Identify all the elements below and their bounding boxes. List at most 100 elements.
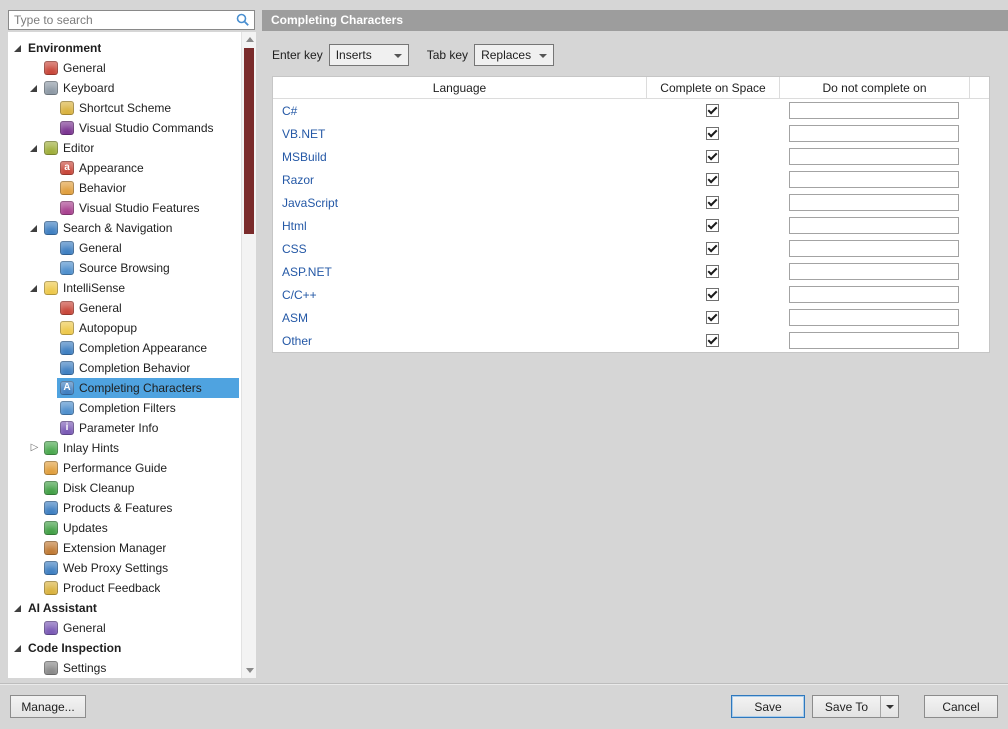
scrollbar-thumb[interactable] [244,48,254,234]
scroll-down-icon[interactable] [246,668,254,673]
do-not-complete-on-input[interactable] [789,240,959,257]
column-header-complete-on-space[interactable]: Complete on Space [646,77,779,98]
complete-on-space-checkbox[interactable] [706,173,719,186]
tree-item-general[interactable]: General [8,298,241,318]
tree-indent-spacer [44,241,57,255]
tree-item-products-features[interactable]: Products & Features [8,498,241,518]
language-name: C# [273,104,646,118]
tree-item-product-feedback[interactable]: Product Feedback [8,578,241,598]
tree-item-editor[interactable]: Editor [8,138,241,158]
tree-indent-spacer [28,541,41,555]
expand-arrow-icon[interactable] [28,221,41,235]
tree-item-completing-characters[interactable]: ACompleting Characters [8,378,241,398]
tree-item-label: Completion Appearance [79,341,207,355]
tree-item-code-inspection[interactable]: Code Inspection [8,638,241,658]
column-header-language[interactable]: Language [273,77,646,98]
save-to-dropdown[interactable] [880,696,898,717]
language-name: Razor [273,173,646,187]
complete-on-space-checkbox[interactable] [706,334,719,347]
tree-item-ai-assistant[interactable]: AI Assistant [8,598,241,618]
tree-item-completion-filters[interactable]: Completion Filters [8,398,241,418]
do-not-complete-on-input[interactable] [789,148,959,165]
expand-arrow-icon[interactable] [28,81,41,95]
do-not-complete-on-input[interactable] [789,309,959,326]
expand-arrow-icon[interactable] [12,601,25,615]
tree-item-intellisense[interactable]: IntelliSense [8,278,241,298]
expand-arrow-icon[interactable] [12,41,25,55]
tab-key-dropdown[interactable]: Replaces [474,44,554,66]
tree-item-search-navigation[interactable]: Search & Navigation [8,218,241,238]
tree-item-completion-behavior[interactable]: Completion Behavior [8,358,241,378]
manage-button[interactable]: Manage... [10,695,86,718]
do-not-complete-on-input[interactable] [789,286,959,303]
tree-item-performance-guide[interactable]: Performance Guide [8,458,241,478]
tree-item-label: Shortcut Scheme [79,101,171,115]
tree-item-shortcut-scheme[interactable]: Shortcut Scheme [8,98,241,118]
tree-item-inlay-hints[interactable]: ▷Inlay Hints [8,438,241,458]
tree-item-completion-appearance[interactable]: Completion Appearance [8,338,241,358]
tree-item-parameter-info[interactable]: iParameter Info [8,418,241,438]
do-not-complete-on-input[interactable] [789,125,959,142]
tree-item-appearance[interactable]: aAppearance [8,158,241,178]
tree-item-keyboard[interactable]: Keyboard [8,78,241,98]
complete-on-space-checkbox[interactable] [706,104,719,117]
tree-scrollbar[interactable] [241,32,256,678]
complete-on-space-checkbox[interactable] [706,196,719,209]
tree-item-visual-studio-commands[interactable]: Visual Studio Commands [8,118,241,138]
tree-item-label: Updates [63,521,108,535]
footer-bar: Manage... Save Save To Cancel [0,683,1008,729]
options-dialog: Environment General Keyboard Shortcut Schem… [0,0,1008,729]
tree-item-general[interactable]: General [8,58,241,78]
tree-item-environment[interactable]: Environment [8,38,241,58]
tree-item-label: General [63,61,106,75]
do-not-complete-on-input[interactable] [789,263,959,280]
tree-item-web-proxy-settings[interactable]: Web Proxy Settings [8,558,241,578]
do-not-complete-on-input[interactable] [789,171,959,188]
tree-item-behavior[interactable]: Behavior [8,178,241,198]
do-not-complete-on-input[interactable] [789,194,959,211]
tree-item-visual-studio-features[interactable]: Visual Studio Features [8,198,241,218]
chevron-down-icon [886,705,894,709]
visual-studio-features-icon [60,201,74,215]
expand-arrow-icon[interactable] [12,641,25,655]
do-not-complete-on-input[interactable] [789,217,959,234]
search-box [8,10,255,30]
table-row-c-c: C/C++ [273,283,989,306]
inlay-hints-icon [44,441,58,455]
save-button[interactable]: Save [731,695,805,718]
tree-item-general[interactable]: General [8,238,241,258]
search-input[interactable] [9,13,235,27]
tree-item-extension-manager[interactable]: Extension Manager [8,538,241,558]
scroll-up-icon[interactable] [246,37,254,42]
tree-indent-spacer [44,181,57,195]
do-not-complete-on-input[interactable] [789,102,959,119]
enter-key-value: Inserts [336,48,372,62]
complete-on-space-checkbox[interactable] [706,219,719,232]
table-row-other: Other [273,329,989,352]
do-not-complete-on-input[interactable] [789,332,959,349]
tree-item-label: Extension Manager [63,541,166,555]
expand-arrow-icon[interactable] [28,141,41,155]
tree-item-source-browsing[interactable]: Source Browsing [8,258,241,278]
collapse-arrow-icon[interactable]: ▷ [28,441,41,455]
tree-item-settings[interactable]: Settings [8,658,241,678]
tree-item-updates[interactable]: Updates [8,518,241,538]
tree-item-label: Performance Guide [63,461,167,475]
tree-item-disk-cleanup[interactable]: Disk Cleanup [8,478,241,498]
expand-arrow-icon[interactable] [28,281,41,295]
complete-on-space-checkbox[interactable] [706,242,719,255]
complete-on-space-checkbox[interactable] [706,265,719,278]
tree-item-autopopup[interactable]: Autopopup [8,318,241,338]
complete-on-space-checkbox[interactable] [706,150,719,163]
tree-item-general[interactable]: General [8,618,241,638]
enter-key-dropdown[interactable]: Inserts [329,44,409,66]
tree-indent-spacer [44,321,57,335]
complete-on-space-checkbox[interactable] [706,127,719,140]
keyboard-icon [44,81,58,95]
tree-indent-spacer [44,401,57,415]
save-to-button[interactable]: Save To [812,695,899,718]
complete-on-space-checkbox[interactable] [706,311,719,324]
cancel-button[interactable]: Cancel [924,695,998,718]
column-header-do-not-complete-on[interactable]: Do not complete on [779,77,969,98]
complete-on-space-checkbox[interactable] [706,288,719,301]
